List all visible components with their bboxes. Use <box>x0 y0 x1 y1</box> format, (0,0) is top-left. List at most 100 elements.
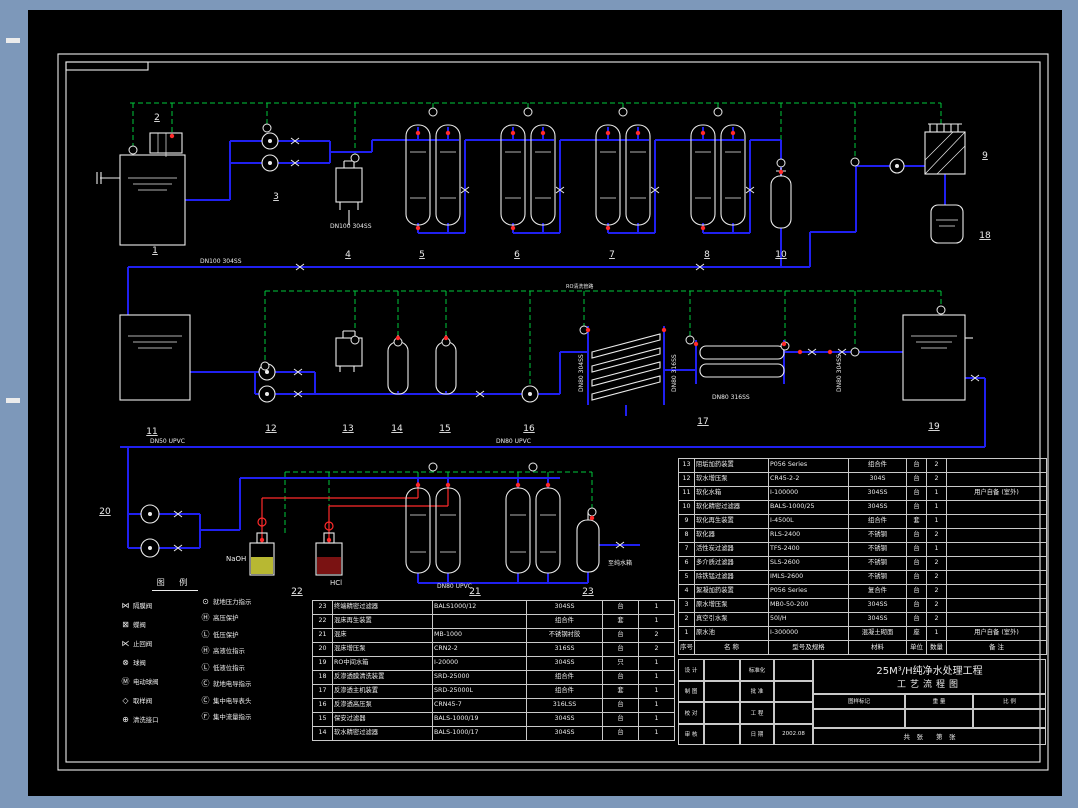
bom-model: I-4500L <box>768 514 849 529</box>
bom-seq: 9 <box>678 514 695 529</box>
bom-material: 不锈钢 <box>848 542 907 557</box>
bom-row: 12 软水增压泵 CR45-2-2 304S 台 2 <box>678 472 1047 487</box>
bom-material: 316LSS <box>526 698 603 713</box>
bom-note <box>946 528 1047 543</box>
equipment-number: 2 <box>154 113 160 123</box>
bom-note <box>946 584 1047 599</box>
bom-name: 多介质过滤器 <box>694 556 769 571</box>
titleblock-value <box>774 659 813 681</box>
titleblock-value <box>774 702 813 724</box>
chemical-label: NaOH <box>226 555 246 563</box>
bom-material: 304S <box>848 472 907 487</box>
bom-qty: 1 <box>638 726 675 741</box>
bom-table-right: 13 阻垢加药装置 P056 Series 组合件 台 2 12 软水增压泵 C… <box>678 458 1047 655</box>
bom-qty: 1 <box>638 684 675 699</box>
bom-unit: 台 <box>602 670 639 685</box>
pipe-label: DN80 316SS <box>671 354 678 392</box>
pipe-label: DN50 UPVC <box>150 438 185 445</box>
bom-material: 混凝土砌面 <box>848 626 907 641</box>
equipment-number: 12 <box>265 424 276 434</box>
bom-qty: 1 <box>926 542 947 557</box>
titleblock-value <box>704 680 740 702</box>
bom-unit: 台 <box>906 486 927 501</box>
legend-symbol-icon: Ⓛ <box>201 629 210 639</box>
ruler-tick <box>6 38 20 43</box>
bom-model: TFS-2400 <box>768 542 849 557</box>
bom-name: 软水增压泵 <box>694 472 769 487</box>
bom-unit: 台 <box>602 628 639 643</box>
equipment-number: 17 <box>697 417 708 427</box>
bom-model: I-100000 <box>768 486 849 501</box>
bom-unit: 台 <box>906 542 927 557</box>
bom-seq: 5 <box>678 570 695 585</box>
bom-material: 不锈钢衬胶 <box>526 628 603 643</box>
bom-name: 终端精密过滤器 <box>332 600 433 615</box>
bom-qty: 1 <box>638 698 675 713</box>
bom-qty: 2 <box>926 472 947 487</box>
legend: 图 例 ⋈ 隔膜阀 ⊠ 蝶阀 ⋉ 止回阀 ⊗ 球阀 Ⓜ 电动球阀 ◇ 取样阀 ⊕… <box>118 577 288 729</box>
bom-model: MB0-50-200 <box>768 598 849 613</box>
bom-seq: 17 <box>312 684 333 699</box>
legend-label: 低液位指示 <box>213 663 245 672</box>
bom-note <box>946 500 1047 515</box>
legend-column-valves: ⋈ 隔膜阀 ⊠ 蝶阀 ⋉ 止回阀 ⊗ 球阀 Ⓜ 电动球阀 ◇ 取样阀 ⊕ 清洗接… <box>118 591 198 729</box>
bom-material: 组合件 <box>526 670 603 685</box>
bom-row: 20 混床增压泵 CRN2-2 316SS 台 2 <box>312 642 675 657</box>
bom-row: 13 阻垢加药装置 P056 Series 组合件 台 2 <box>678 458 1047 473</box>
bom-seq: 12 <box>678 472 695 487</box>
bom-seq: 15 <box>312 712 333 727</box>
bom-material: 304SS <box>526 726 603 741</box>
bom-model: CRN45-7 <box>432 698 527 713</box>
pipe-label: DN80 UPVC <box>496 438 531 445</box>
titleblock-label: 批 准 <box>740 680 774 702</box>
bom-qty: 1 <box>638 712 675 727</box>
equipment-number: 5 <box>419 250 425 260</box>
bom-row: 14 软水精密过滤器 BALS-1000/17 304SS 台 1 <box>312 726 675 741</box>
equipment-number: 20 <box>99 507 111 517</box>
bom-name: 软水精密过滤器 <box>332 726 433 741</box>
bom-name: 软化器 <box>694 528 769 543</box>
legend-item: Ⓗ 高液位指示 <box>198 643 288 660</box>
bom-material: 304SS <box>848 612 907 627</box>
bom-qty: 2 <box>926 458 947 473</box>
bom-name: 混床增压泵 <box>332 642 433 657</box>
pipe-label: DN100 304SS <box>330 223 372 230</box>
legend-symbol-icon: Ⓒ <box>201 679 210 689</box>
bom-row: 10 软化精密过滤器 BALS-1000/25 304SS 台 1 <box>678 500 1047 515</box>
bom-name: RO中间水箱 <box>332 656 433 671</box>
bom-model: P056 Series <box>768 458 849 473</box>
bom-note <box>946 472 1047 487</box>
bom-row: 1 原水池 I-300000 混凝土砌面 座 1 用户自备 (室外) <box>678 626 1047 641</box>
bom-unit: 台 <box>906 570 927 585</box>
legend-item: ⋈ 隔膜阀 <box>118 596 198 615</box>
legend-symbol-icon: ⊠ <box>122 620 129 629</box>
bom-model: BALS1000/12 <box>432 600 527 615</box>
sheet-count: 共 张 第 张 <box>813 727 1046 745</box>
ruler-tick <box>6 398 20 403</box>
equipment-number: 9 <box>982 151 988 161</box>
pipe-label: DN80 316SS <box>712 394 750 401</box>
titleblock-value <box>774 680 813 702</box>
bom-seq: 21 <box>312 628 333 643</box>
bom-model: P056 Series <box>768 584 849 599</box>
bom-row: 9 软化再生装置 I-4500L 组合件 套 1 <box>678 514 1047 529</box>
marks-values <box>813 708 1046 728</box>
bom-qty: 1 <box>638 670 675 685</box>
bom-material: 304SS <box>526 600 603 615</box>
legend-label: 就地电导指示 <box>213 680 252 689</box>
legend-item: Ⓜ 电动球阀 <box>118 672 198 691</box>
bom-name: 软化再生装置 <box>694 514 769 529</box>
bom-name: 真空引水泵 <box>694 612 769 627</box>
bom-qty: 2 <box>926 570 947 585</box>
equipment-number: 7 <box>609 250 615 260</box>
bom-row: 21 混床 MB-1000 不锈钢衬胶 台 2 <box>312 628 675 643</box>
bom-row: 17 反渗透主机装置 SRD-25000L 组合件 套 1 <box>312 684 675 699</box>
bom-name: 反渗透膜清洗装置 <box>332 670 433 685</box>
titleblock-label: 制 图 <box>678 680 704 702</box>
bom-name: 反渗透高压泵 <box>332 698 433 713</box>
titleblock-label: 审 核 <box>678 723 704 745</box>
equipment-number: 11 <box>146 427 157 437</box>
legend-label: 低压保护 <box>213 630 239 639</box>
titleblock-label: 日 期 <box>740 723 774 745</box>
bom-unit: 台 <box>906 528 927 543</box>
